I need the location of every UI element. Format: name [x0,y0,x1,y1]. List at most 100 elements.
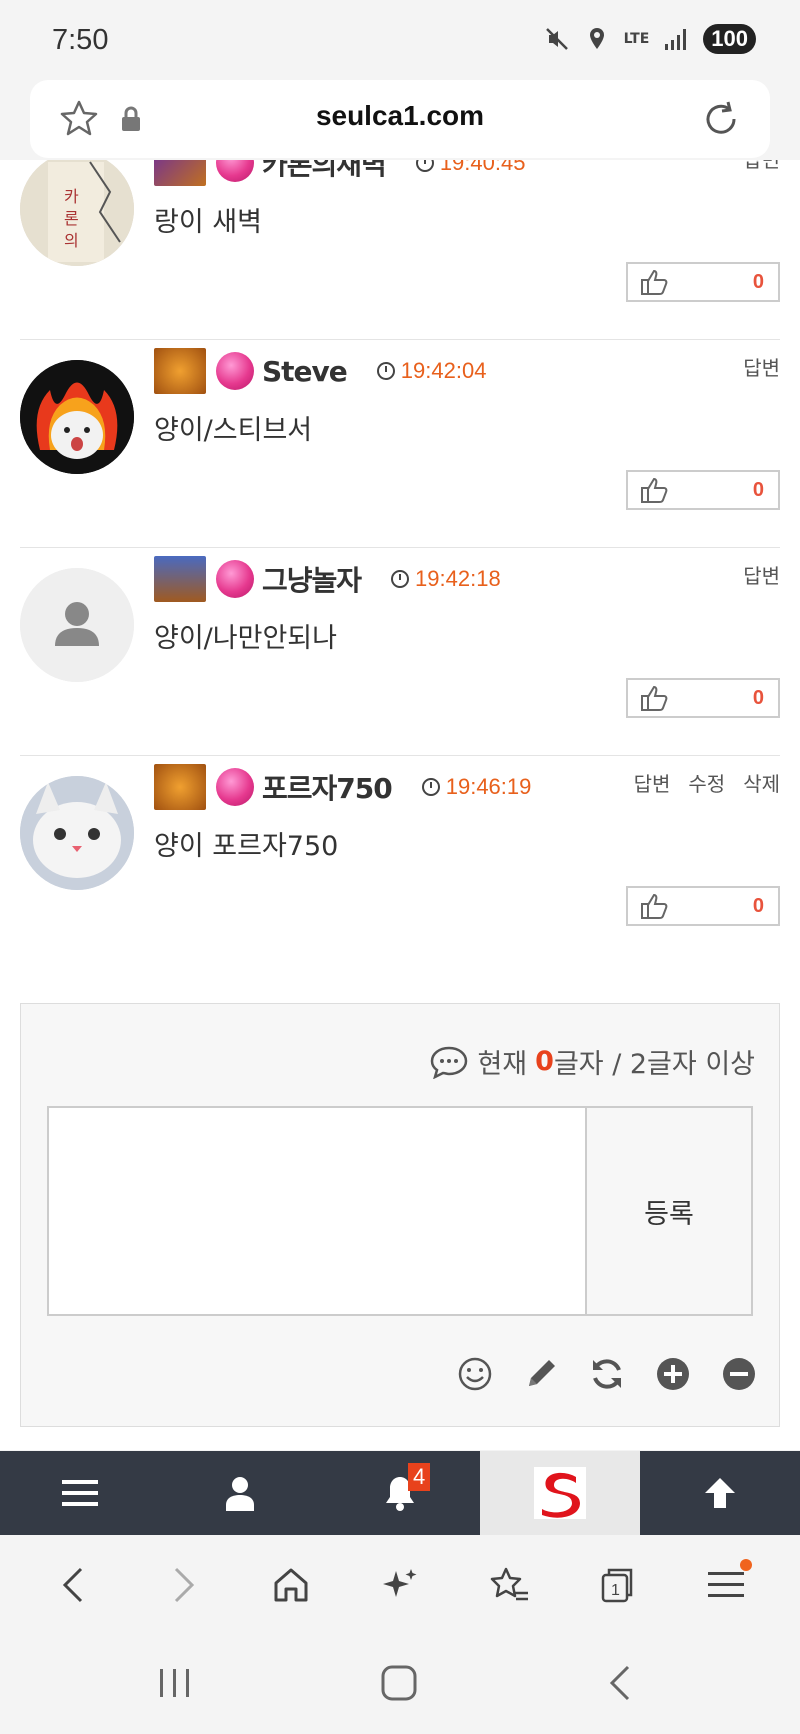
rank-orb-icon [216,768,254,806]
user-icon [226,1477,254,1511]
comment-item: 그냥놀자 19:42:18 답변 양이/나만안되나 0 [20,548,780,756]
clock-icon [391,570,410,588]
tabs-button[interactable]: 1 [589,1557,645,1613]
site-logo-icon [534,1467,586,1519]
editor-toolbar [457,1356,757,1392]
like-button[interactable]: 0 [626,262,780,302]
char-counter: 현재 0 글자 / 2글자 이상 [429,1042,755,1081]
comment-actions: 답변 [743,560,780,589]
refresh-icon[interactable] [589,1356,625,1392]
svg-text:론: 론 [64,209,79,228]
comment-list: 카론의 카론의새벽 19:40:45 답변 랑이 새벽 0 Steve 19:4… [0,160,800,1450]
back-chevron-icon [609,1665,630,1701]
book-avatar[interactable]: 카론의 [20,160,134,266]
comment-textarea[interactable] [47,1106,587,1316]
back-button[interactable] [46,1557,102,1613]
reply-button[interactable]: 답변 [743,160,780,173]
reply-button[interactable]: 답변 [634,768,671,797]
comment-text: 양이 포르자750 [154,831,339,862]
scroll-top-button[interactable] [640,1451,800,1535]
angry-cat-avatar[interactable] [20,360,134,474]
comment-nickname[interactable]: Steve [262,355,348,388]
status-icons: LTE 100 [544,24,756,54]
thumbs-up-icon [641,893,668,919]
signal-icon [665,29,687,50]
comment-text: 양이/스티브서 [154,415,313,446]
comment-header: 카론의새벽 19:40:45 [154,160,525,188]
like-count: 0 [752,686,764,709]
home-button[interactable] [263,1557,319,1613]
comment-item: 카론의 카론의새벽 19:40:45 답변 랑이 새벽 0 [20,160,780,340]
battery-indicator: 100 [703,24,756,54]
arrow-up-icon [705,1478,735,1508]
profile-button[interactable] [160,1451,320,1535]
rank-orb-icon [216,160,254,182]
level-icon [154,764,206,810]
delete-button[interactable]: 삭제 [743,768,780,797]
status-bar: 7:50 LTE 100 [0,0,800,78]
reply-button[interactable]: 답변 [743,352,780,381]
comment-actions: 답변 [743,160,780,173]
speech-bubble-icon [431,1046,468,1079]
star-list-icon [490,1567,528,1601]
edit-button[interactable]: 수정 [688,768,725,797]
site-bottom-nav: 4 [0,1451,800,1535]
comment-time: 19:42:18 [391,566,501,592]
emoji-icon[interactable] [457,1356,493,1392]
location-icon [589,28,604,49]
comment-nickname[interactable]: 카론의새벽 [262,160,387,183]
comment-nickname[interactable]: 그냥놀자 [262,559,362,599]
bookmarks-button[interactable] [481,1557,537,1613]
hamburger-icon [62,1480,98,1506]
comment-actions: 답변 수정 삭제 [634,768,780,797]
svg-text:의: 의 [64,231,79,250]
browser-menu-button[interactable] [698,1557,754,1613]
submit-button[interactable]: 등록 [585,1106,753,1316]
system-nav-bar [0,1635,800,1734]
tabs-icon: 1 [601,1568,633,1603]
like-button[interactable]: 0 [626,678,780,718]
pencil-icon[interactable] [523,1356,559,1392]
menu-button[interactable] [0,1451,160,1535]
home-system-button[interactable] [380,1665,418,1705]
forward-button[interactable] [155,1557,211,1613]
level-icon [154,348,206,394]
comment-header: Steve 19:42:04 [154,346,486,396]
minus-circle-icon[interactable] [721,1356,757,1392]
menu-notification-dot [739,1559,752,1571]
comment-text: 랑이 새벽 [154,207,262,238]
mute-icon [545,28,568,50]
comment-header: 그냥놀자 19:42:18 [154,554,501,604]
reply-button[interactable]: 답변 [743,560,780,589]
recent-apps-button[interactable] [158,1665,192,1705]
lte-indicator: LTE [623,31,650,47]
white-cat-avatar[interactable] [20,776,134,890]
site-logo-button[interactable] [480,1451,640,1535]
notification-button[interactable]: 4 [320,1451,480,1535]
level-icon [154,160,206,186]
comment-item: Steve 19:42:04 답변 양이/스티브서 0 [20,340,780,548]
like-button[interactable]: 0 [626,470,780,510]
hamburger-icon [707,1572,744,1597]
comment-text: 양이/나만안되나 [154,623,337,654]
char-count-suffix: 글자 / 2글자 이상 [553,1049,755,1080]
plus-circle-icon[interactable] [655,1356,691,1392]
level-icon [154,556,206,602]
char-count-prefix: 현재 [477,1049,528,1080]
home-square-icon [381,1665,417,1701]
like-button[interactable]: 0 [626,886,780,926]
ai-sparkle-button[interactable] [372,1557,428,1613]
comment-nickname[interactable]: 포르자750 [262,767,393,807]
url-text[interactable]: seulca1.com [30,100,770,132]
back-system-button[interactable] [608,1665,634,1705]
chevron-right-icon [174,1567,194,1603]
recent-apps-icon [160,1669,189,1697]
address-bar[interactable]: seulca1.com [30,80,770,158]
notification-badge: 4 [408,1463,431,1491]
clock-icon [421,778,440,796]
comment-time: 19:42:04 [376,358,486,384]
reload-icon[interactable] [700,98,742,140]
rank-orb-icon [216,560,254,598]
comment-actions: 답변 [743,352,780,381]
default-avatar[interactable] [20,568,134,682]
